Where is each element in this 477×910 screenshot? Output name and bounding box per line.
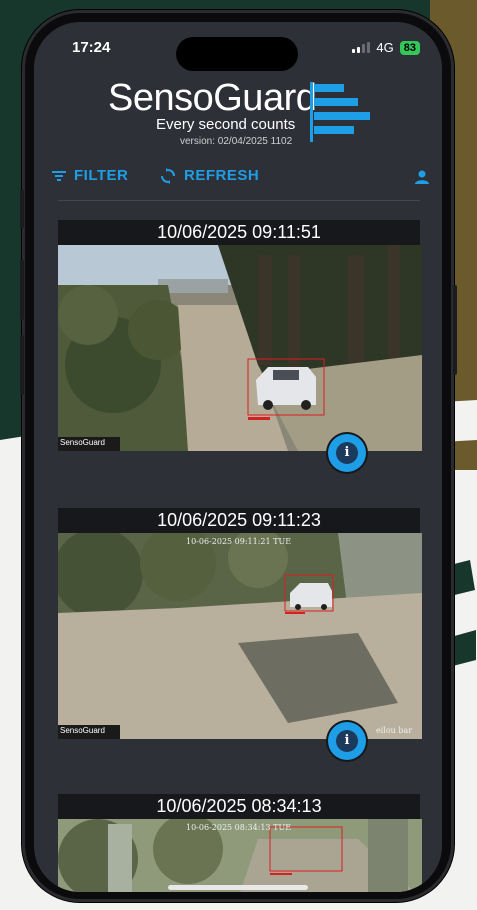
camera-image xyxy=(58,245,422,451)
info-icon: i xyxy=(336,730,358,752)
filter-icon xyxy=(52,170,66,181)
status-indicators: 4G 83 xyxy=(352,40,420,55)
network-type: 4G xyxy=(376,40,394,55)
user-icon xyxy=(415,170,429,184)
phone-side-button xyxy=(20,190,24,228)
camera-overlay-timestamp: 10-06-2025 09:11:21 TUE xyxy=(186,537,292,546)
battery-icon: 83 xyxy=(399,40,420,55)
event-card[interactable]: 10/06/2025 09:11:51 SensoGuard i xyxy=(58,220,422,472)
app-title: SensoGuard xyxy=(108,77,317,119)
logo-bars-icon xyxy=(310,82,374,142)
signal-icon xyxy=(352,42,371,53)
home-indicator[interactable] xyxy=(168,885,308,890)
event-snapshot[interactable]: 10-06-2025 09:11:21 TUE SensoGuard eilou… xyxy=(58,533,422,739)
event-timestamp: 10/06/2025 09:11:23 xyxy=(58,508,420,533)
camera-overlay-timestamp: 10-06-2025 08:34:13 TUE xyxy=(186,823,292,832)
filter-button[interactable]: FILTER xyxy=(52,167,128,184)
event-timestamp: 10/06/2025 08:34:13 xyxy=(58,794,420,819)
app-tagline: Every second counts xyxy=(156,116,296,133)
camera-corner-text: eilou bar xyxy=(376,726,413,735)
phone-volume-down xyxy=(20,335,24,395)
toolbar: FILTER REFRESH xyxy=(34,159,442,199)
event-card[interactable]: 10/06/2025 08:34:13 10-06-2025 08:34:13 … xyxy=(58,794,422,892)
refresh-button[interactable]: REFRESH xyxy=(160,167,259,184)
toolbar-divider xyxy=(58,200,420,201)
app-screen: 17:24 4G 83 SensoGuard Every second coun… xyxy=(34,22,442,892)
camera-watermark: SensoGuard xyxy=(60,438,105,447)
dynamic-island xyxy=(176,37,298,71)
app-logo: SensoGuard Every second counts version: … xyxy=(108,78,378,154)
phone-volume-up xyxy=(20,260,24,320)
camera-watermark: SensoGuard xyxy=(60,726,105,735)
user-account-button[interactable] xyxy=(414,169,430,190)
filter-label: FILTER xyxy=(74,167,129,184)
event-snapshot[interactable]: 10-06-2025 08:34:13 TUE xyxy=(58,819,422,892)
app-version: version: 02/04/2025 1102 xyxy=(180,136,293,147)
event-snapshot[interactable]: SensoGuard xyxy=(58,245,422,451)
phone-power-button xyxy=(453,285,457,375)
refresh-label: REFRESH xyxy=(184,167,260,184)
event-card[interactable]: 10/06/2025 09:11:23 10-06-2025 09:11:21 … xyxy=(58,508,422,760)
event-timestamp: 10/06/2025 09:11:51 xyxy=(58,220,420,245)
event-info-button[interactable]: i xyxy=(328,434,366,472)
refresh-icon xyxy=(161,167,175,184)
status-time: 17:24 xyxy=(72,39,111,56)
event-info-button[interactable]: i xyxy=(328,722,366,760)
info-icon: i xyxy=(336,442,358,464)
camera-image xyxy=(58,533,422,739)
